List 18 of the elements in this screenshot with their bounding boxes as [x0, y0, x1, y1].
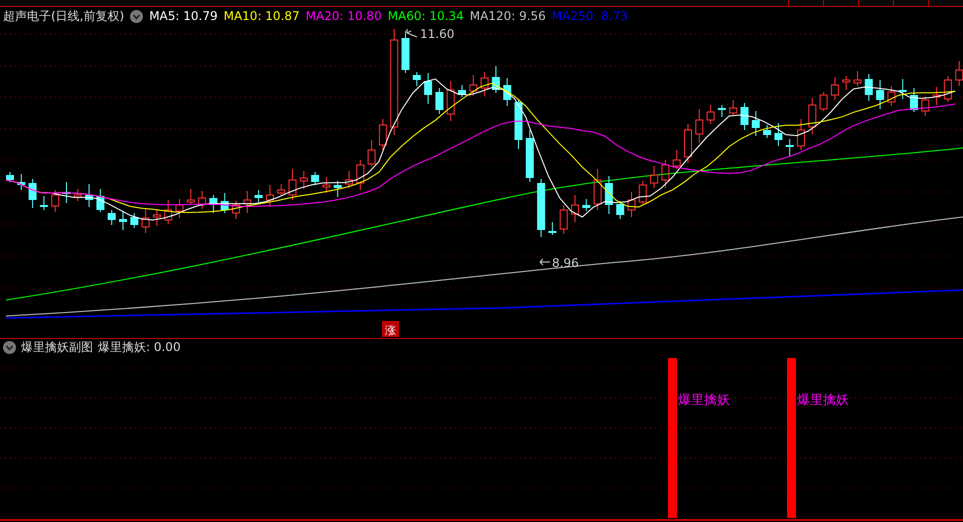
indicator-value: 爆里擒妖: 0.00: [98, 339, 181, 356]
dropdown-icon[interactable]: [130, 10, 144, 22]
ma-legend-label: MA250: 8.73: [552, 9, 628, 23]
arrow-icon: [540, 258, 550, 266]
arrow-icon: [406, 28, 418, 38]
ma-legend-label: MA10: 10.87: [224, 9, 300, 23]
ma-legend-label: MA120: 9.56: [470, 9, 546, 23]
dropdown-icon[interactable]: [3, 341, 16, 354]
ma-legend-label: MA5: 10.79: [149, 9, 218, 23]
signal-label: 爆里擒妖: [797, 393, 849, 408]
ma-legend-label: MA60: 10.34: [388, 9, 464, 23]
indicator-title: 爆里擒妖副图: [21, 339, 93, 356]
rise-marker: 涨: [382, 321, 399, 337]
low-price-label: 8.96: [552, 256, 579, 270]
chart-title: 超声电子(日线,前复权): [3, 8, 124, 24]
high-price-label: 11.60: [420, 27, 454, 41]
signal-label: 爆里擒妖: [678, 393, 730, 408]
ma-legend-label: MA20: 10.80: [306, 9, 382, 23]
